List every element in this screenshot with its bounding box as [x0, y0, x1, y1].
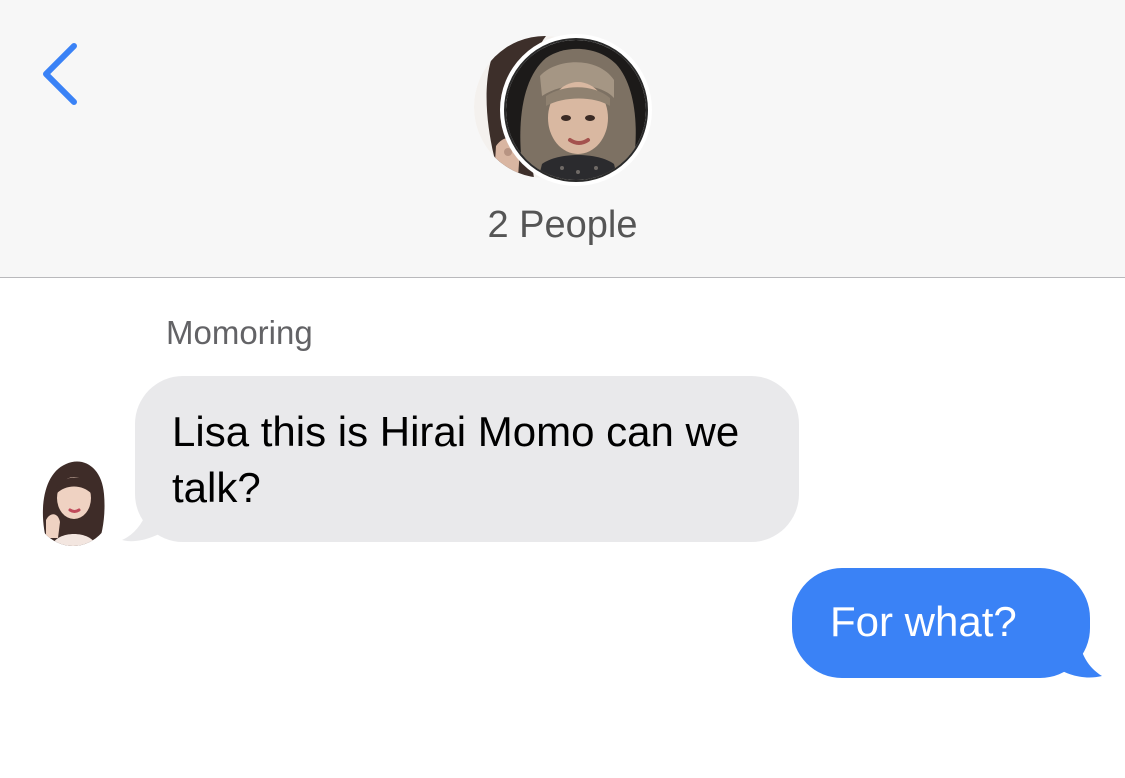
incoming-message[interactable]: Lisa this is Hirai Momo can we talk?: [118, 376, 808, 546]
conversation-header: 2 People: [0, 0, 1125, 278]
group-avatar[interactable]: [470, 32, 660, 192]
back-button[interactable]: [34, 36, 90, 108]
member-avatar-front: [500, 34, 652, 186]
conversation-title[interactable]: 2 People: [0, 204, 1125, 247]
incoming-message-text: Lisa this is Hirai Momo can we talk?: [135, 376, 799, 542]
sender-name: Momoring: [166, 314, 313, 351]
outgoing-message[interactable]: For what?: [790, 568, 1110, 682]
chevron-left-icon: [43, 43, 77, 105]
outgoing-message-text: For what?: [792, 568, 1090, 678]
messages-screen: 2 People Momoring Lisa this is Hirai Mom…: [0, 0, 1125, 778]
sender-avatar[interactable]: [32, 454, 114, 546]
